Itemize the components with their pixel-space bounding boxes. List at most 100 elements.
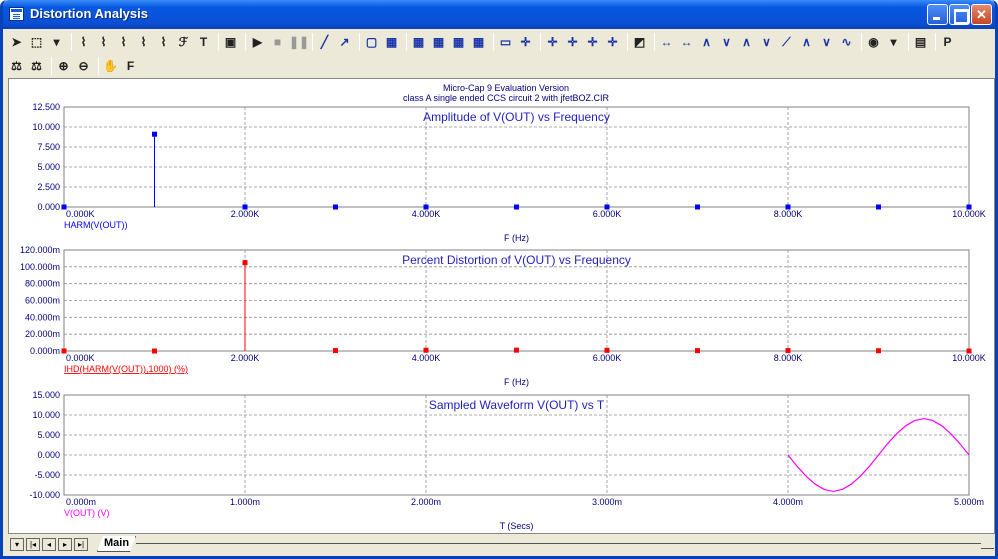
y-tick-label: 15.000 — [32, 390, 60, 400]
properties-icon[interactable]: ▣ — [222, 33, 239, 51]
cursor-icon[interactable]: ✛ — [544, 33, 561, 51]
data-point — [242, 204, 248, 210]
main-toolbar: ➤ ⬚ ▾ ⌇ ⌇ ⌇ ⌇ ⌇ ℱ T ▣ ▶ ■ ❚❚ ╱ ↗ ▢ ▦ ▦ ▦ ▦ ▦ ▭ ✛ ✛ ✛ ✛ ✛ ◩ ↔ ↔ ∧ ∨ ∧ ∨ ⟋ ∧ ∨ ∿… — [8, 30, 995, 54]
grid-icon[interactable]: ▦ — [430, 33, 447, 51]
y-tick-label: 100.000m — [20, 262, 60, 272]
tab-main[interactable]: Main — [97, 536, 136, 552]
pan-icon[interactable]: ✋ — [102, 57, 119, 75]
y-tick-label: 20.000m — [25, 329, 60, 339]
y-tick-label: 40.000m — [25, 312, 60, 322]
first-page-button[interactable]: ▾ — [10, 538, 24, 551]
cursor-icon[interactable]: ✛ — [517, 33, 534, 51]
graph-icon[interactable]: ⌇ — [95, 33, 112, 51]
last-tab-button[interactable]: ▸| — [74, 538, 88, 551]
zoom-box-icon[interactable]: ⬚ — [28, 33, 45, 51]
toolbar-separator — [627, 33, 628, 51]
prev-tab-button[interactable]: ◂ — [42, 538, 56, 551]
color-icon[interactable]: ◩ — [631, 33, 648, 51]
scale-icon[interactable]: ⚖ — [28, 57, 45, 75]
stop-icon[interactable]: ■ — [269, 33, 286, 51]
plot-svg[interactable]: Micro-Cap 9 Evaluation Version class A s… — [9, 79, 994, 533]
horizontal-scrollbar[interactable] — [136, 543, 981, 544]
cursor-mode-icon[interactable]: ↔ — [658, 33, 675, 51]
fourier-icon[interactable]: ℱ — [175, 33, 192, 51]
inflection-icon[interactable]: ∿ — [838, 33, 855, 51]
maximize-button[interactable] — [949, 4, 970, 25]
x-tick-label: 4.000K — [412, 353, 441, 363]
x-tick-label: 3.000m — [592, 497, 622, 507]
y-tick-label: 2.500 — [37, 182, 60, 192]
minimize-button[interactable] — [927, 4, 948, 25]
valley-icon[interactable]: ∨ — [718, 33, 735, 51]
zoom-in-icon[interactable]: ⊕ — [55, 57, 72, 75]
graph-icon[interactable]: ⌇ — [155, 33, 172, 51]
pause-icon[interactable]: ❚❚ — [289, 33, 309, 51]
close-button[interactable]: ✕ — [971, 4, 992, 25]
horizontal-line-icon[interactable]: ▭ — [497, 33, 514, 51]
font-icon[interactable]: F — [122, 57, 139, 75]
run-icon[interactable]: ▶ — [249, 33, 266, 51]
text-icon[interactable]: T — [195, 33, 212, 51]
arrow-line-icon[interactable]: ↗ — [336, 33, 353, 51]
series-legend: HARM(V(OUT)) — [64, 220, 128, 230]
data-point — [242, 260, 248, 266]
peak-icon[interactable]: ∧ — [738, 33, 755, 51]
camera-icon[interactable]: ◉ — [865, 33, 882, 51]
grid-icon[interactable]: ▦ — [383, 33, 400, 51]
data-point — [785, 348, 791, 354]
chart-title: Percent Distortion of V(OUT) vs Frequenc… — [402, 253, 631, 267]
graph-icon[interactable]: ⌇ — [75, 33, 92, 51]
toolbar-separator — [71, 33, 72, 51]
plot-area[interactable]: Micro-Cap 9 Evaluation Version class A s… — [8, 78, 995, 534]
chart-title: Amplitude of V(OUT) vs Frequency — [423, 110, 610, 124]
cursor-icon[interactable]: ✛ — [584, 33, 601, 51]
series-legend: IHD(HARM(V(OUT)),1000) (%) — [64, 364, 188, 374]
scale-icon[interactable]: ⚖ — [8, 57, 25, 75]
data-point — [61, 204, 67, 210]
slope-icon[interactable]: ⟋ — [778, 33, 795, 51]
scrollbar-end[interactable] — [981, 538, 994, 549]
data-point — [61, 348, 67, 354]
window-app-icon[interactable] — [9, 7, 24, 21]
cursor-mode-icon[interactable]: ↔ — [678, 33, 695, 51]
zoom-out-icon[interactable]: ⊖ — [75, 57, 92, 75]
secondary-toolbar: ⚖ ⚖ ⊕ ⊖ ✋ F — [8, 54, 142, 78]
peak-icon[interactable]: ∧ — [698, 33, 715, 51]
table-icon[interactable]: ▤ — [912, 33, 929, 51]
valley-icon[interactable]: ∨ — [758, 33, 775, 51]
dropdown-icon[interactable]: ▾ — [885, 33, 902, 51]
select-arrow-icon[interactable]: ➤ — [8, 33, 25, 51]
graph-icon[interactable]: ⌇ — [115, 33, 132, 51]
p-icon[interactable]: P — [939, 33, 956, 51]
series-legend: V(OUT) (V) — [64, 508, 110, 518]
y-tick-label: 0.000 — [37, 202, 60, 212]
x-tick-label: 6.000K — [593, 353, 622, 363]
toolbar-separator — [406, 33, 407, 51]
y-tick-label: 5.000 — [37, 162, 60, 172]
first-tab-button[interactable]: |◂ — [26, 538, 40, 551]
x-tick-label: 10.000K — [952, 209, 986, 219]
y-tick-label: 10.000 — [32, 410, 60, 420]
toolbar-separator — [861, 33, 862, 51]
next-tab-button[interactable]: ▸ — [58, 538, 72, 551]
data-point — [966, 204, 972, 210]
header-version: Micro-Cap 9 Evaluation Version — [443, 83, 569, 93]
valley-icon[interactable]: ∨ — [818, 33, 835, 51]
toolbar-separator — [98, 57, 99, 75]
x-tick-label: 2.000K — [231, 353, 260, 363]
frame-icon[interactable]: ▢ — [363, 33, 380, 51]
line-icon[interactable]: ╱ — [316, 33, 333, 51]
x-tick-label: 4.000K — [412, 209, 441, 219]
peak-icon[interactable]: ∧ — [798, 33, 815, 51]
dropdown-icon[interactable]: ▾ — [48, 33, 65, 51]
grid-icon[interactable]: ▦ — [410, 33, 427, 51]
y-tick-label: -10.000 — [29, 490, 60, 500]
cursor-icon[interactable]: ✛ — [604, 33, 621, 51]
x-tick-label: 8.000K — [774, 353, 803, 363]
toolbar-separator — [493, 33, 494, 51]
graph-icon[interactable]: ⌇ — [135, 33, 152, 51]
title-bar[interactable]: Distortion Analysis ✕ — [3, 0, 995, 29]
cursor-icon[interactable]: ✛ — [564, 33, 581, 51]
grid-icon[interactable]: ▦ — [470, 33, 487, 51]
grid-icon[interactable]: ▦ — [450, 33, 467, 51]
